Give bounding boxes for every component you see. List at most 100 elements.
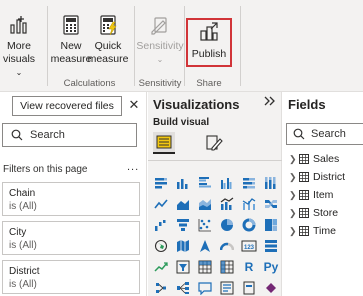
ribbon-separator xyxy=(240,6,241,86)
filters-search-input[interactable]: Search xyxy=(2,123,137,147)
chevron-right-icon: ❯ xyxy=(289,207,297,218)
more-visuals-label-1: More xyxy=(7,40,31,52)
matrix-visual-icon[interactable] xyxy=(216,256,238,277)
more-visuals-label-2: visuals ⌄ xyxy=(3,53,35,79)
kpi-icon[interactable] xyxy=(150,256,172,277)
field-table-store[interactable]: ❯ Store xyxy=(289,207,338,219)
chevron-right-icon: ❯ xyxy=(289,225,297,236)
ribbon-chart-icon[interactable] xyxy=(260,193,282,214)
ribbon-separator xyxy=(184,6,185,86)
filters-pane: View recovered files ✕ Search Filters on… xyxy=(0,92,147,296)
collapse-pane-icon[interactable] xyxy=(263,94,277,111)
chevron-down-icon: ⌄ xyxy=(15,68,23,77)
stacked-bar-chart-icon[interactable] xyxy=(150,172,172,193)
filter-card-name: City xyxy=(9,227,27,238)
filter-card-name: Chain xyxy=(9,188,36,199)
stacked-area-chart-icon[interactable] xyxy=(194,193,216,214)
field-table-district[interactable]: ❯ District xyxy=(289,171,345,183)
100-stacked-bar-chart-icon[interactable] xyxy=(238,172,260,193)
visualizations-pane: Visualizations Build visual 123 R Py xyxy=(148,92,282,296)
ribbon-separator xyxy=(134,6,135,86)
paginated-report-icon[interactable] xyxy=(238,277,260,296)
more-visuals-button[interactable]: More visuals ⌄ xyxy=(3,14,35,79)
donut-chart-icon[interactable] xyxy=(238,214,260,235)
quick-measure-label-1: Quick xyxy=(94,40,122,52)
quick-measure-button[interactable]: Quick measure xyxy=(87,14,129,66)
table-icon xyxy=(299,190,309,200)
power-apps-visual-icon[interactable] xyxy=(260,277,282,296)
multi-row-card-icon[interactable] xyxy=(260,235,282,256)
filters-on-this-page-title: Filters on this page xyxy=(3,164,88,175)
field-table-label: Item xyxy=(313,189,334,201)
stacked-column-chart-icon[interactable] xyxy=(172,172,194,193)
r-visual-label: R xyxy=(244,259,254,274)
filter-card-city[interactable]: City is (All) xyxy=(2,221,140,255)
sensitivity-icon xyxy=(151,17,167,35)
line-chart-icon[interactable] xyxy=(150,193,172,214)
clustered-column-chart-icon[interactable] xyxy=(216,172,238,193)
python-visual-icon[interactable]: Py xyxy=(260,256,282,277)
quick-measure-calculator-icon xyxy=(100,15,117,36)
table-icon xyxy=(299,208,309,218)
new-measure-label-2: measure xyxy=(50,53,92,65)
fields-search-input[interactable]: Search xyxy=(286,123,363,145)
r-script-visual-icon[interactable]: R xyxy=(238,256,260,277)
funnel-chart-icon[interactable] xyxy=(172,214,194,235)
pie-chart-icon[interactable] xyxy=(216,214,238,235)
narrative-visual-icon[interactable] xyxy=(216,277,238,296)
card-icon[interactable]: 123 xyxy=(238,235,260,256)
field-table-item[interactable]: ❯ Item xyxy=(289,189,333,201)
chevron-right-icon: ❯ xyxy=(289,189,297,200)
sensitivity-button[interactable]: Sensitivity ⌄ xyxy=(136,14,184,66)
line-and-clustered-column-chart-icon[interactable] xyxy=(238,193,260,214)
ribbon: More visuals ⌄ New measure Quick measure… xyxy=(0,0,363,92)
field-table-sales[interactable]: ❯ Sales xyxy=(289,153,339,165)
quick-measure-label-2: measure xyxy=(87,53,129,65)
filled-map-icon[interactable] xyxy=(172,235,194,256)
format-visual-tab[interactable] xyxy=(203,132,225,154)
table-icon xyxy=(299,154,309,164)
fields-pane: Fields Search ❯ Sales ❯ District ❯ Item … xyxy=(283,92,363,296)
treemap-icon[interactable] xyxy=(260,214,282,235)
filter-card-chain[interactable]: Chain is (All) xyxy=(2,182,140,216)
format-brush-icon xyxy=(206,135,223,151)
search-icon xyxy=(11,129,23,141)
new-measure-button[interactable]: New measure xyxy=(50,14,92,66)
line-and-column-chart-icon[interactable] xyxy=(216,193,238,214)
fields-well-icon xyxy=(156,135,172,149)
visual-types-grid: 123 R Py xyxy=(148,172,282,296)
qa-visual-icon[interactable] xyxy=(194,277,216,296)
more-options-icon[interactable]: ... xyxy=(127,161,139,173)
visualizations-title: Visualizations xyxy=(153,97,240,112)
view-recovered-files-button[interactable]: View recovered files xyxy=(12,96,122,116)
gauge-icon[interactable] xyxy=(216,235,238,256)
sensitivity-label: Sensitivity xyxy=(136,40,184,52)
area-chart-icon[interactable] xyxy=(172,193,194,214)
key-influencers-icon[interactable] xyxy=(150,277,172,296)
filter-card-value: is (All) xyxy=(9,279,37,290)
field-table-label: District xyxy=(313,171,346,183)
fields-search-placeholder: Search xyxy=(311,128,346,140)
publish-highlight-box xyxy=(186,18,232,67)
table-icon xyxy=(299,172,309,182)
group-label-share: Share xyxy=(196,78,222,89)
azure-map-icon[interactable] xyxy=(194,235,216,256)
group-label-sensitivity: Sensitivity xyxy=(138,78,182,89)
close-icon[interactable]: ✕ xyxy=(127,96,141,114)
chevron-right-icon: ❯ xyxy=(289,153,297,164)
pane-divider xyxy=(148,160,282,161)
filter-card-value: is (All) xyxy=(9,201,37,212)
map-icon[interactable] xyxy=(150,235,172,256)
100-stacked-column-chart-icon[interactable] xyxy=(260,172,282,193)
decomposition-tree-icon[interactable] xyxy=(172,277,194,296)
clustered-bar-chart-icon[interactable] xyxy=(194,172,216,193)
scatter-chart-icon[interactable] xyxy=(194,214,216,235)
field-table-time[interactable]: ❯ Time xyxy=(289,225,336,237)
slicer-icon[interactable] xyxy=(172,256,194,277)
waterfall-chart-icon[interactable] xyxy=(150,214,172,235)
table-visual-icon[interactable] xyxy=(194,256,216,277)
build-visual-tab[interactable] xyxy=(153,132,175,154)
field-table-label: Time xyxy=(313,225,336,237)
filter-card-district[interactable]: District is (All) xyxy=(2,260,140,294)
build-visual-label: Build visual xyxy=(153,117,210,128)
